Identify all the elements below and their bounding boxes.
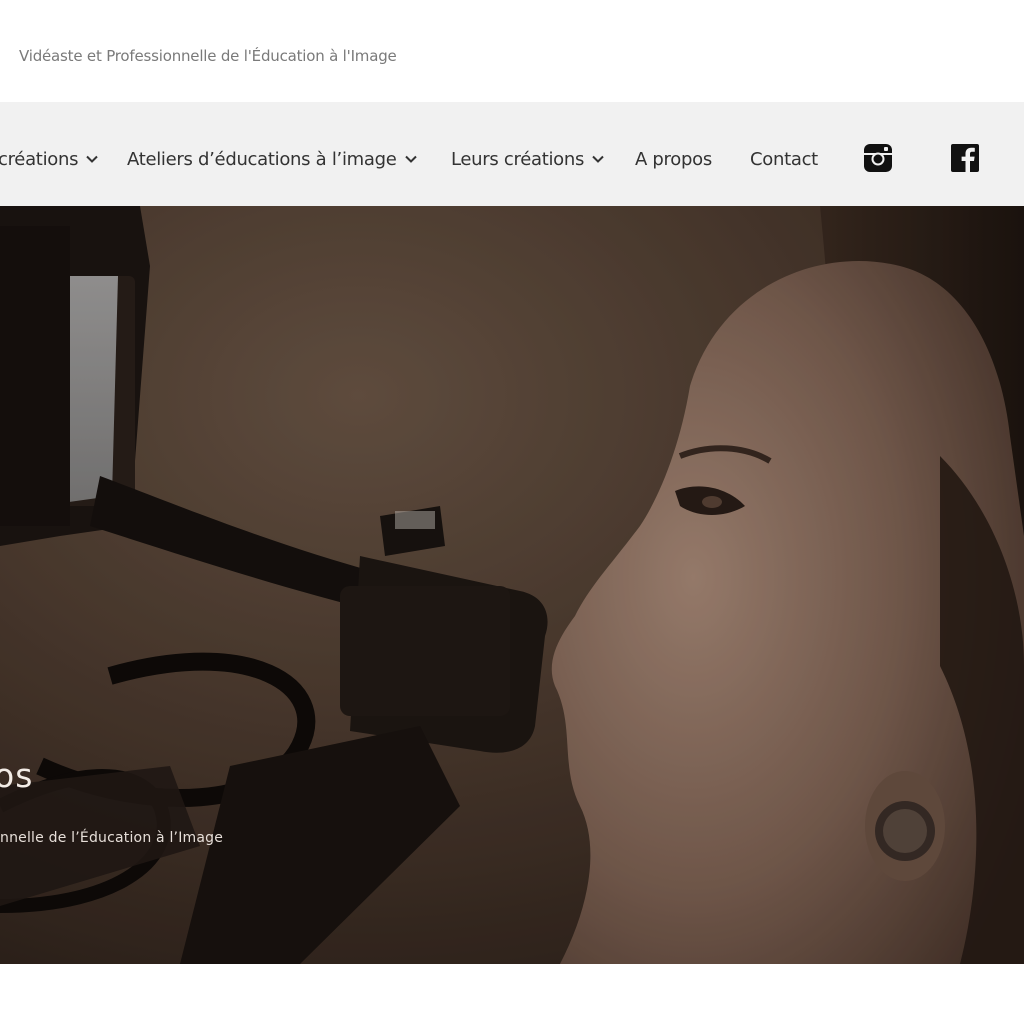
chevron-down-icon (592, 155, 604, 163)
nav-item-label: Ateliers d’éducations à l’image (127, 148, 397, 170)
nav-item-label: Leurs créations (451, 148, 585, 170)
hero-subtitle: nnelle de l’Éducation à l’Image (0, 830, 224, 846)
instagram-icon[interactable] (863, 143, 893, 173)
nav-item-leurs-creations[interactable]: Leurs créations (451, 144, 605, 174)
hero-title: os (0, 756, 34, 795)
nav-item-contact[interactable]: Contact (750, 144, 818, 174)
hero-photo (0, 206, 1024, 964)
facebook-icon[interactable] (950, 143, 980, 173)
nav-item-ateliers[interactable]: Ateliers d’éducations à l’image (127, 144, 418, 174)
page-content-area (0, 964, 1024, 1024)
site-tagline: Vidéaste et Professionnelle de l'Éducati… (19, 47, 397, 65)
nav-item-label: créations (0, 148, 79, 170)
chevron-down-icon (404, 155, 417, 163)
hero-banner: os nnelle de l’Éducation à l’Image (0, 206, 1024, 964)
site-header: Vidéaste et Professionnelle de l'Éducati… (0, 0, 1024, 102)
nav-item-a-propos[interactable]: A propos (635, 144, 712, 174)
nav-item-creations[interactable]: créations (0, 144, 99, 174)
nav-item-label: Contact (750, 148, 818, 170)
chevron-down-icon (86, 155, 98, 163)
nav-item-label: A propos (635, 148, 712, 170)
